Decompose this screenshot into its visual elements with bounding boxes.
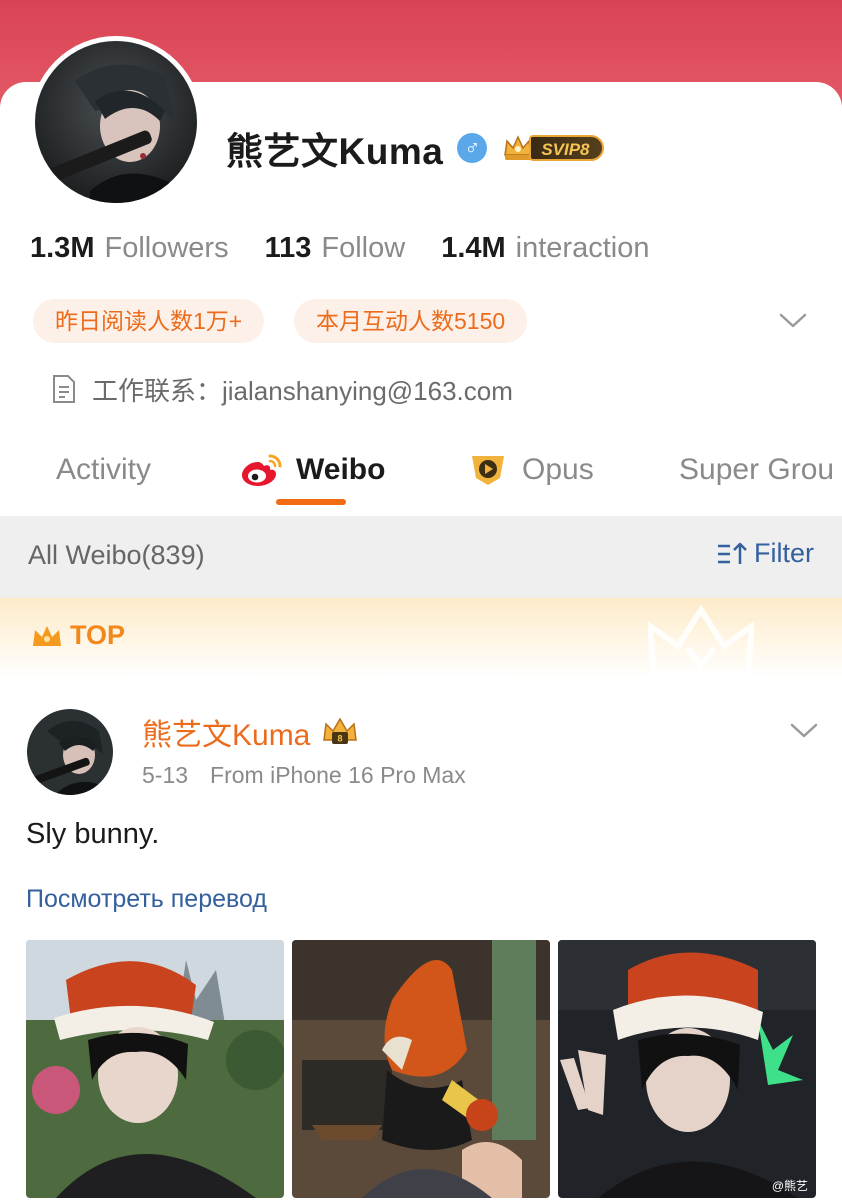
profile-name-row: 熊艺文Kuma ♂ SVIP8 [226,124,604,172]
post-author-avatar[interactable] [27,709,113,795]
opus-play-icon [472,456,504,485]
post-text: Sly bunny. [26,818,160,850]
top-label: TOP [30,620,125,651]
post-avatar-photo [27,709,113,795]
tab-activity[interactable]: Activity [56,448,151,492]
tab-weibo-label: Weibo [296,453,386,486]
monthly-interaction-pill[interactable]: 本月互动人数5150 [294,299,528,343]
active-tab-indicator [276,499,346,505]
filter-button[interactable]: Filter [716,538,814,569]
pinned-top-banner: TOP [0,598,842,678]
contact-text: 工作联系：jialanshanying@163.com [92,375,513,406]
svg-text:8: 8 [338,734,343,744]
contact-info: 工作联系：jialanshanying@163.com [50,372,513,406]
tab-super-group[interactable]: Super Grou [679,448,834,492]
tab-activity-label: Activity [56,453,152,486]
svip-label: SVIP8 [529,135,604,161]
post-source: From iPhone 16 Pro Max [210,762,466,788]
post-photo[interactable] [292,940,550,1198]
followers-count[interactable]: 1.3M [30,232,94,265]
tab-opus-label: Opus [522,453,594,486]
profile-avatar-photo [35,41,197,203]
post-photo-2-image [292,940,550,1198]
follow-count[interactable]: 113 [265,232,312,265]
post-photo[interactable]: @熊艺 [558,940,816,1198]
post-author-name[interactable]: 熊艺文Kuma [142,710,310,754]
post-photo-grid: @熊艺 [26,940,816,1198]
document-icon [53,375,75,403]
post-meta: 5-13 From iPhone 16 Pro Max [142,762,466,789]
expand-chevron-icon[interactable] [776,306,810,336]
male-gender-icon: ♂ [457,133,488,163]
filter-label: Filter [754,538,814,568]
profile-avatar[interactable] [30,36,202,208]
filter-icon [718,542,747,564]
weibo-logo-icon [242,454,282,486]
profile-tabs: Activity Weibo Opus Super Grou [0,440,842,516]
reads-yesterday-pill[interactable]: 昨日阅读人数1万+ [33,299,265,343]
top-crown-icon [33,625,61,646]
profile-stats: 1.3M Followers 113 Follow 1.4M interacti… [30,232,685,265]
interaction-count: 1.4M [441,232,506,264]
post-menu-chevron-icon[interactable] [787,716,821,746]
svip-crown-badge-icon: 8 [323,717,358,744]
translate-link[interactable]: Посмотреть перевод [26,885,267,914]
post-photo-3-image [558,940,816,1198]
interaction-label: interaction [515,232,650,264]
feed-filter-bar: All Weibo(839) Filter [0,516,842,598]
svip-badge[interactable]: SVIP8 [501,130,604,166]
photo-watermark: @熊艺 [771,1179,808,1193]
tab-super-group-label: Super Grou [679,453,835,486]
follow-label[interactable]: Follow [321,232,405,265]
post-date: 5-13 [142,762,189,788]
tab-weibo[interactable]: Weibo [240,448,385,492]
tab-opus[interactable]: Opus [466,448,594,492]
profile-name: 熊艺文Kuma [226,131,444,172]
post-photo[interactable] [26,940,284,1198]
followers-label[interactable]: Followers [104,232,228,265]
weibo-count: All Weibo(839) [28,540,205,570]
crown-watermark-icon [648,604,754,677]
post-author-row: 熊艺文Kuma 8 [142,710,360,754]
top-label-text: TOP [70,620,126,650]
post-photo-1-image [26,940,284,1198]
